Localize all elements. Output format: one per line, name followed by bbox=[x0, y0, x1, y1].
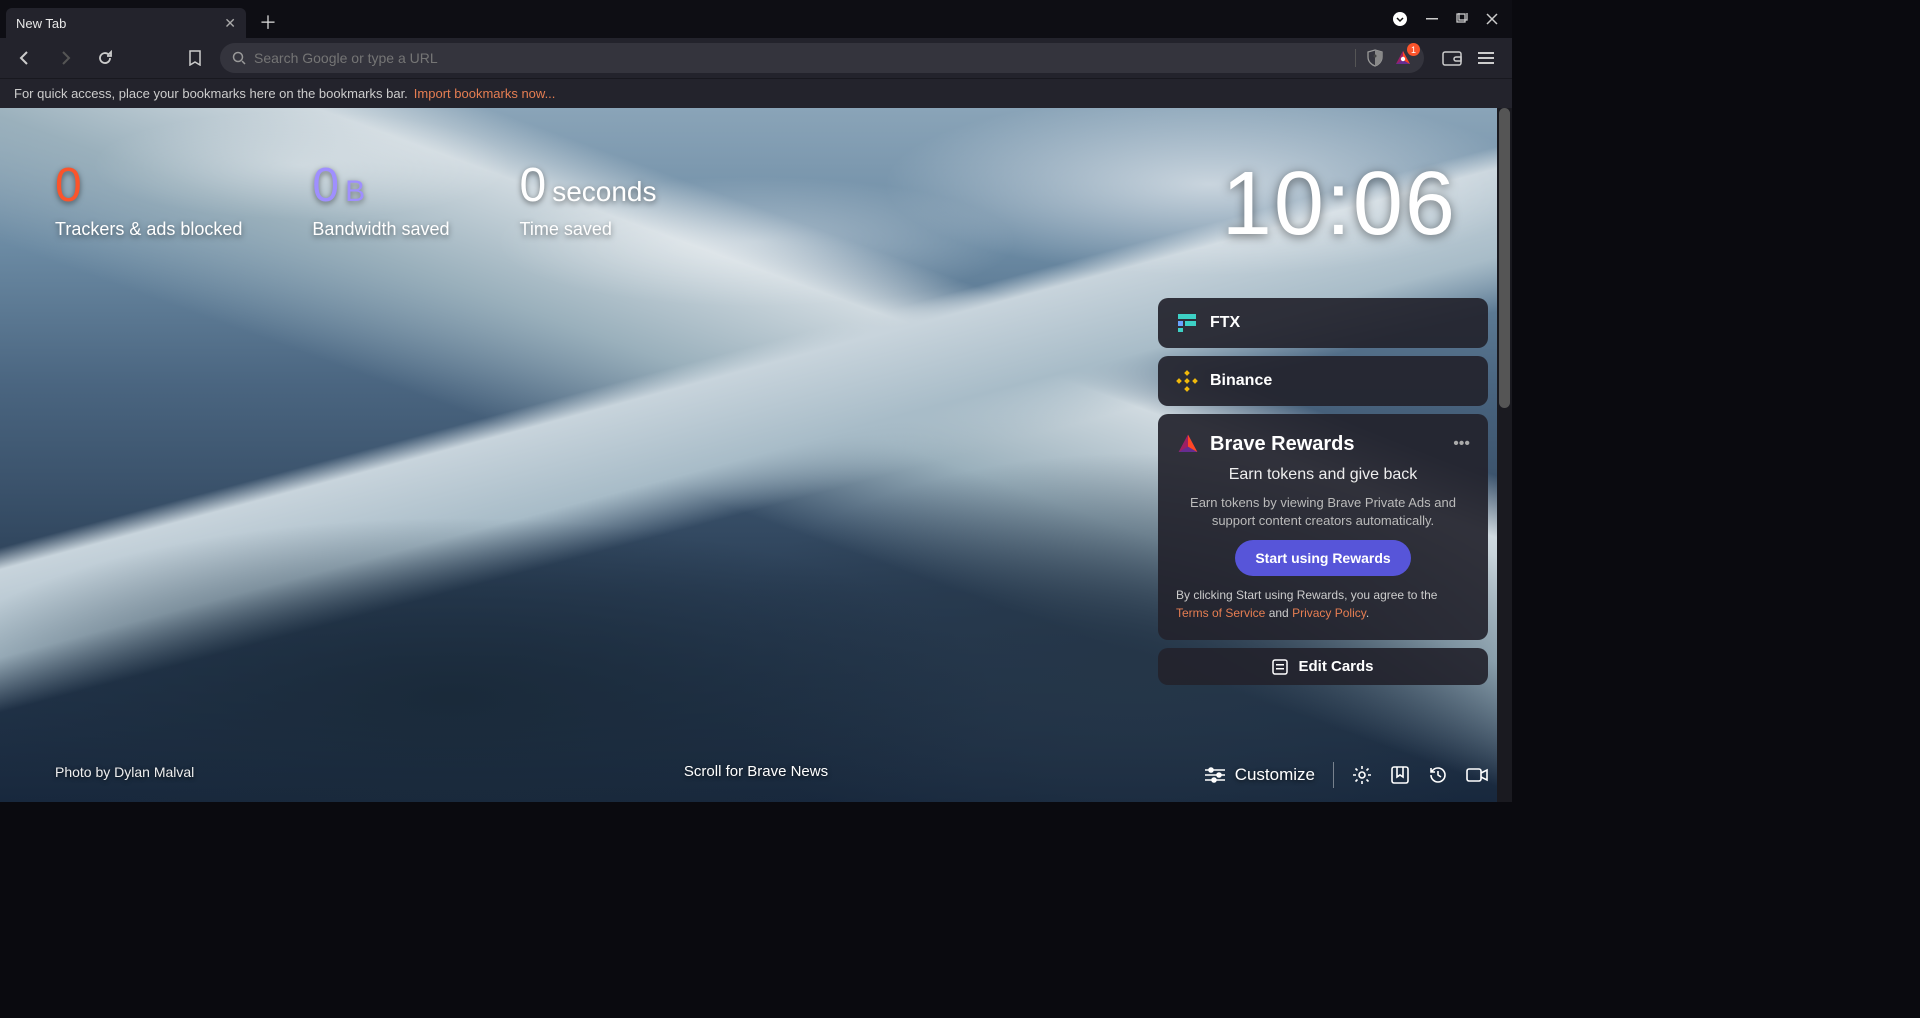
edit-cards-icon bbox=[1272, 659, 1288, 675]
separator bbox=[1333, 762, 1334, 788]
bat-icon bbox=[1176, 432, 1200, 456]
wallet-icon[interactable] bbox=[1442, 49, 1462, 67]
history-icon[interactable] bbox=[1428, 765, 1448, 785]
customize-button[interactable]: Customize bbox=[1205, 765, 1315, 785]
shields-icon[interactable] bbox=[1366, 49, 1384, 67]
close-window-icon[interactable] bbox=[1486, 13, 1498, 25]
stat-bandwidth-label: Bandwidth saved bbox=[312, 219, 449, 240]
card-ftx-label: FTX bbox=[1210, 314, 1240, 332]
stat-trackers-label: Trackers & ads blocked bbox=[55, 219, 242, 240]
search-tabs-icon[interactable] bbox=[1392, 11, 1408, 27]
edit-cards-button[interactable]: Edit Cards bbox=[1158, 648, 1488, 685]
privacy-link[interactable]: Privacy Policy bbox=[1292, 606, 1366, 620]
stat-trackers: 0 Trackers & ads blocked bbox=[55, 158, 242, 240]
url-input[interactable] bbox=[254, 50, 1347, 66]
search-icon bbox=[232, 51, 246, 65]
start-rewards-button[interactable]: Start using Rewards bbox=[1235, 540, 1410, 576]
binance-icon bbox=[1176, 370, 1198, 392]
bookmark-icon[interactable] bbox=[180, 43, 210, 73]
vertical-scrollbar[interactable] bbox=[1497, 108, 1512, 802]
bookmarks-bar: For quick access, place your bookmarks h… bbox=[0, 78, 1512, 108]
menu-icon[interactable] bbox=[1478, 50, 1494, 66]
card-rewards-title: Brave Rewards bbox=[1210, 433, 1355, 456]
scroll-for-news[interactable]: Scroll for Brave News bbox=[684, 763, 828, 780]
photo-credit[interactable]: Photo by Dylan Malval bbox=[55, 764, 194, 780]
address-bar[interactable] bbox=[220, 43, 1424, 73]
stat-time-value: 0 bbox=[520, 158, 547, 213]
video-call-icon[interactable] bbox=[1466, 766, 1488, 784]
maximize-icon[interactable] bbox=[1456, 13, 1468, 25]
bookmarks-panel-icon[interactable] bbox=[1390, 765, 1410, 785]
stat-bandwidth: 0 B Bandwidth saved bbox=[312, 158, 449, 240]
import-bookmarks-link[interactable]: Import bookmarks now... bbox=[414, 86, 556, 101]
window-controls bbox=[1392, 11, 1512, 27]
edit-cards-label: Edit Cards bbox=[1298, 658, 1373, 675]
card-rewards: Brave Rewards ••• Earn tokens and give b… bbox=[1158, 414, 1488, 640]
tos-link[interactable]: Terms of Service bbox=[1176, 606, 1265, 620]
footer-actions: Customize bbox=[1205, 762, 1488, 788]
settings-icon[interactable] bbox=[1352, 765, 1372, 785]
stat-time: 0 seconds Time saved bbox=[520, 158, 657, 240]
card-rewards-subtitle: Earn tokens and give back bbox=[1176, 466, 1470, 484]
toolbar bbox=[0, 38, 1512, 78]
new-tab-page: 0 Trackers & ads blocked 0 B Bandwidth s… bbox=[0, 108, 1512, 802]
cards-panel: FTX Binance Brave Rewards ••• bbox=[1158, 298, 1488, 685]
minimize-icon[interactable] bbox=[1426, 13, 1438, 25]
tab-new-tab[interactable]: New Tab ✕ bbox=[6, 8, 246, 38]
bookmarks-hint: For quick access, place your bookmarks h… bbox=[14, 86, 408, 101]
tab-title: New Tab bbox=[16, 16, 66, 31]
card-binance-label: Binance bbox=[1210, 372, 1272, 390]
stat-time-label: Time saved bbox=[520, 219, 657, 240]
card-rewards-terms: By clicking Start using Rewards, you agr… bbox=[1176, 586, 1470, 622]
card-binance[interactable]: Binance bbox=[1158, 356, 1488, 406]
forward-button[interactable] bbox=[50, 43, 80, 73]
customize-label: Customize bbox=[1235, 765, 1315, 785]
sliders-icon bbox=[1205, 767, 1225, 783]
rewards-icon[interactable] bbox=[1394, 49, 1412, 67]
card-ftx[interactable]: FTX bbox=[1158, 298, 1488, 348]
ftx-icon bbox=[1176, 312, 1198, 334]
stats-panel: 0 Trackers & ads blocked 0 B Bandwidth s… bbox=[55, 158, 657, 240]
back-button[interactable] bbox=[10, 43, 40, 73]
close-tab-icon[interactable]: ✕ bbox=[224, 15, 236, 32]
card-rewards-desc: Earn tokens by viewing Brave Private Ads… bbox=[1176, 494, 1470, 530]
reload-button[interactable] bbox=[90, 43, 120, 73]
new-tab-button[interactable]: ＋ bbox=[254, 8, 282, 36]
stat-time-unit: seconds bbox=[552, 176, 656, 208]
scrollbar-thumb[interactable] bbox=[1499, 108, 1510, 408]
clock: 10:06 bbox=[1222, 153, 1457, 256]
card-rewards-menu-icon[interactable]: ••• bbox=[1453, 435, 1470, 453]
stat-trackers-value: 0 bbox=[55, 158, 82, 213]
stat-bandwidth-value: 0 bbox=[312, 158, 339, 213]
tab-strip: New Tab ✕ ＋ bbox=[0, 0, 282, 38]
window-titlebar: New Tab ✕ ＋ bbox=[0, 0, 1512, 38]
stat-bandwidth-unit: B bbox=[345, 175, 365, 209]
